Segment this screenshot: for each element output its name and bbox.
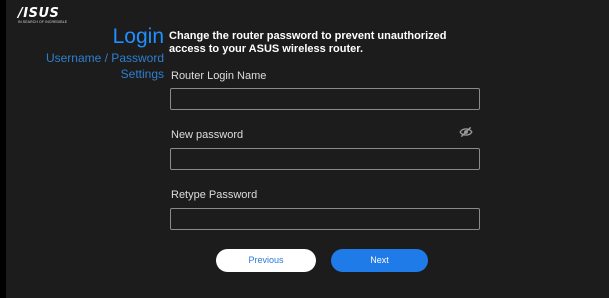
previous-button[interactable]: Previous <box>216 249 316 272</box>
page-subtitle-line2: Settings <box>120 67 164 81</box>
new-password-input[interactable] <box>170 148 480 170</box>
instructions-heading: Change the router password to prevent un… <box>169 30 447 55</box>
page-title: Login <box>112 25 164 48</box>
eye-slash-icon[interactable] <box>459 126 473 138</box>
setup-panel: /ISUS IN SEARCH OF INCREDIBLE Login User… <box>6 0 609 298</box>
page-subtitle: Username / Password Settings <box>24 50 164 82</box>
next-button[interactable]: Next <box>331 249 428 272</box>
router-login-name-input[interactable] <box>170 88 480 110</box>
asus-logo-tagline: IN SEARCH OF INCREDIBLE <box>18 20 68 24</box>
asus-logo: /ISUS IN SEARCH OF INCREDIBLE <box>18 6 68 25</box>
retype-password-input[interactable] <box>170 208 480 230</box>
retype-password-label: Retype Password <box>171 189 258 201</box>
page-subtitle-line1: Username / Password <box>45 51 164 65</box>
asus-logo-wordmark: /ISUS <box>18 6 60 21</box>
new-password-label: New password <box>171 129 244 141</box>
router-login-name-label: Router Login Name <box>171 70 267 82</box>
